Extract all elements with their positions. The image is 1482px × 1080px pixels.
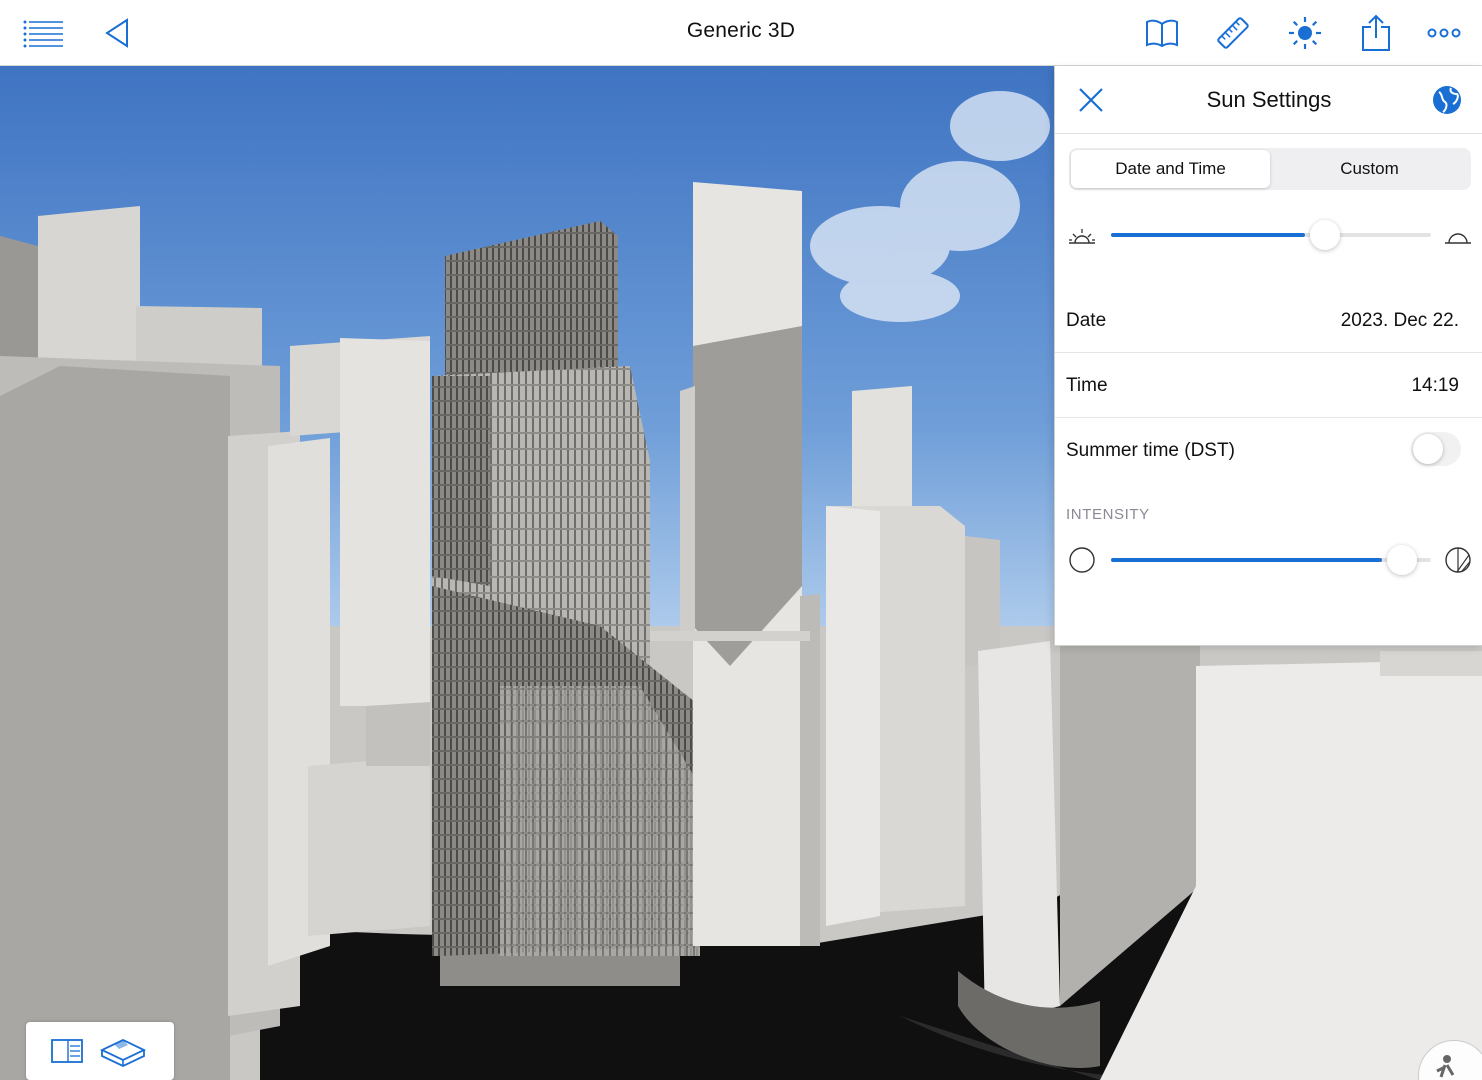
time-value: 14:19 [1411, 375, 1459, 396]
intensity-header: INTENSITY [1066, 506, 1150, 523]
mode-segmented-control: Date and Time Custom [1069, 148, 1471, 190]
globe-icon[interactable] [1429, 82, 1465, 118]
walk-mode-icon[interactable] [1418, 1040, 1482, 1080]
sun-settings-panel: Sun Settings Date and Time Custom Date 2… [1054, 66, 1482, 646]
tab-custom[interactable]: Custom [1270, 150, 1469, 188]
dst-toggle[interactable] [1411, 432, 1461, 466]
dst-toggle-knob [1413, 434, 1443, 464]
intensity-low-icon [1067, 546, 1097, 574]
intensity-high-icon [1443, 546, 1473, 574]
page-title: Generic 3D [686, 19, 796, 42]
sun-position-knob[interactable] [1310, 220, 1341, 250]
share-icon[interactable] [1353, 10, 1399, 56]
layout-view-icon[interactable] [48, 1036, 88, 1068]
intensity-slider[interactable] [1111, 545, 1431, 575]
sun-position-fill [1111, 233, 1306, 237]
sunrise-icon [1067, 221, 1097, 249]
sun-position-slider[interactable] [1111, 220, 1431, 250]
sunset-icon [1443, 221, 1473, 249]
tab-date-and-time[interactable]: Date and Time [1071, 150, 1270, 188]
dst-label: Summer time (DST) [1066, 440, 1235, 461]
panel-title: Sun Settings [1206, 87, 1332, 112]
intensity-slider-row [1055, 540, 1482, 580]
time-row[interactable]: Time 14:19 [1055, 353, 1482, 418]
intensity-knob[interactable] [1387, 545, 1418, 575]
time-label: Time [1066, 375, 1108, 396]
date-row[interactable]: Date 2023. Dec 22. [1055, 288, 1482, 353]
date-value: 2023. Dec 22. [1340, 310, 1459, 331]
book-icon[interactable] [1139, 10, 1185, 56]
sun-icon[interactable] [1282, 10, 1328, 56]
intensity-fill [1111, 558, 1383, 562]
dst-row: Summer time (DST) [1055, 418, 1482, 483]
date-label: Date [1066, 310, 1107, 331]
view-tools [26, 1022, 174, 1080]
more-icon[interactable] [1421, 10, 1467, 56]
sun-position-slider-row [1055, 215, 1482, 255]
top-toolbar: Generic 3D [0, 0, 1482, 66]
panel-header: Sun Settings [1055, 66, 1482, 134]
ruler-icon[interactable] [1210, 10, 1256, 56]
3d-box-icon[interactable] [98, 1036, 148, 1068]
